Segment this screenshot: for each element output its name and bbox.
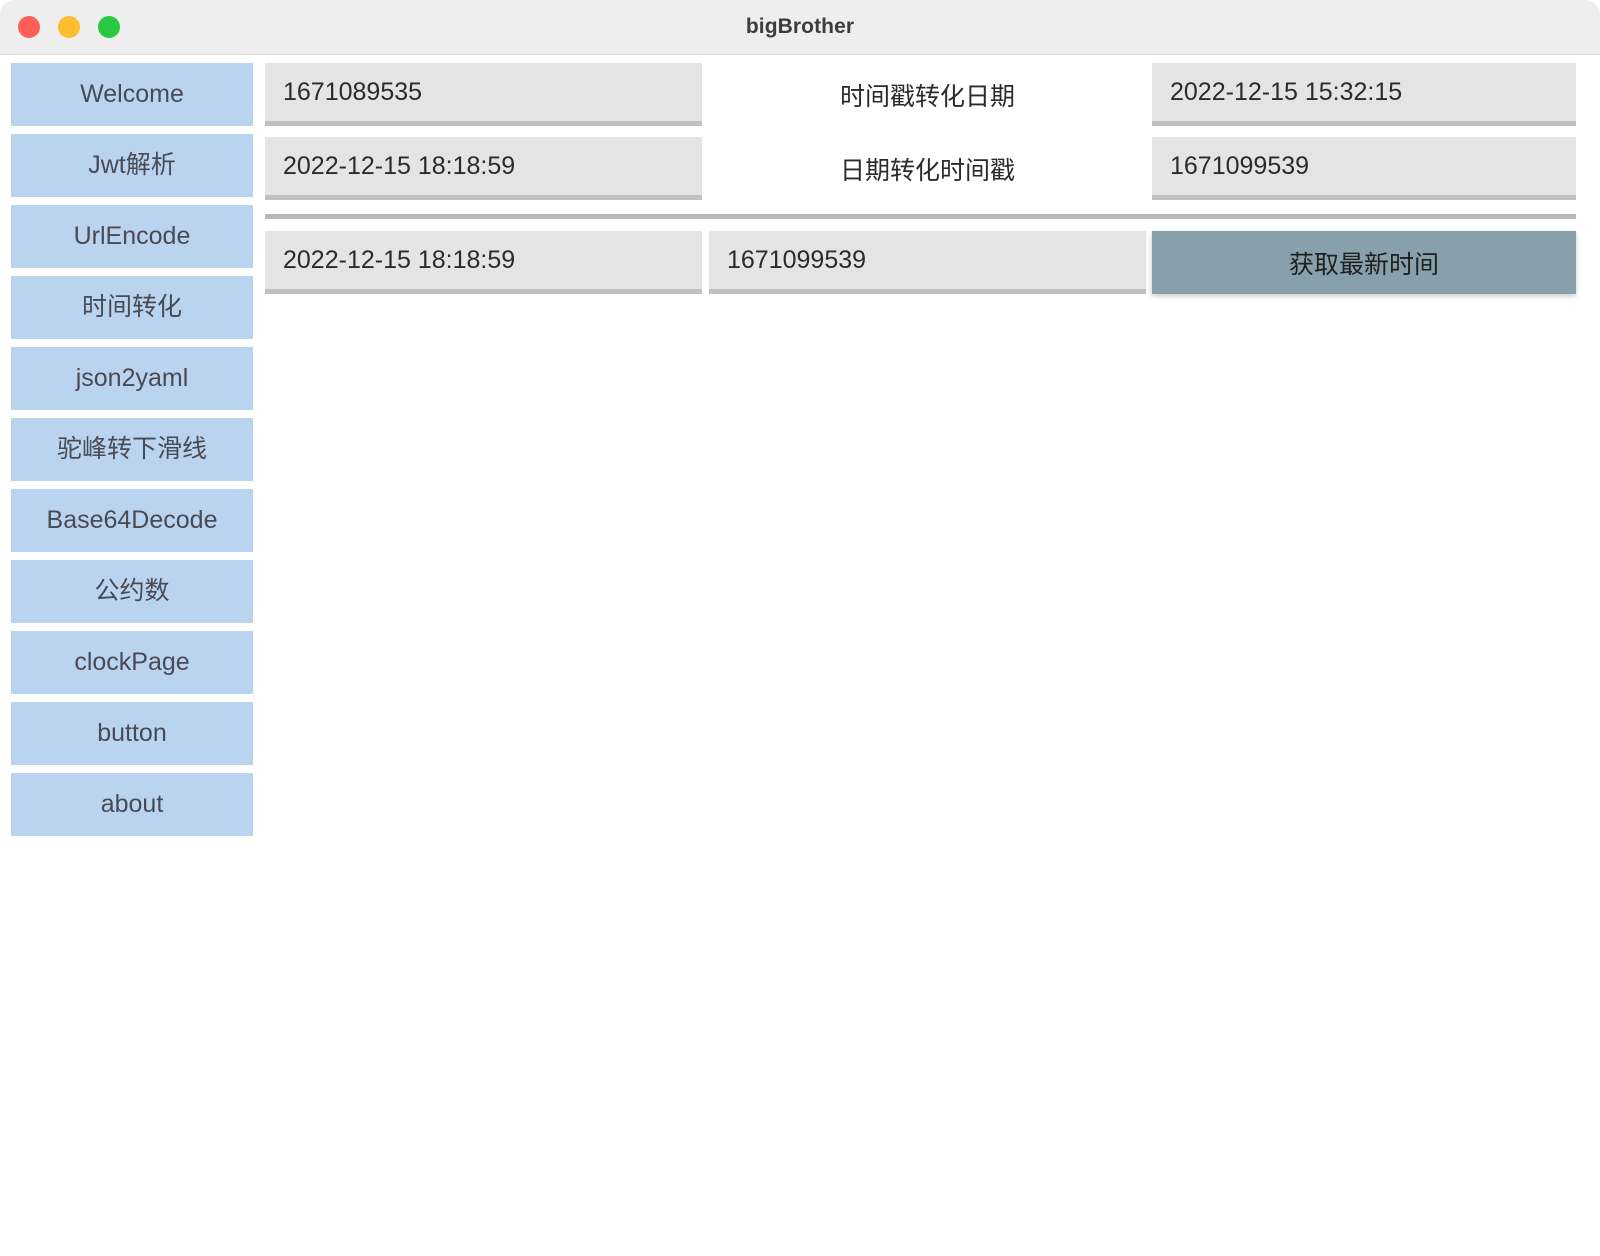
current-datetime-field[interactable]: 2022-12-15 18:18:59 bbox=[265, 231, 702, 294]
title-bar: bigBrother bbox=[0, 0, 1600, 55]
main-content: 1671089535 时间戳转化日期 2022-12-15 15:32:15 2… bbox=[265, 55, 1600, 1256]
current-time-row: 2022-12-15 18:18:59 1671099539 获取最新时间 bbox=[265, 231, 1576, 294]
timestamp-output-cell: 1671099539 bbox=[1152, 137, 1576, 200]
sidebar-item-camel-to-snake[interactable]: 驼峰转下滑线 bbox=[11, 418, 253, 481]
section-divider bbox=[265, 214, 1576, 219]
app-body: Welcome Jwt解析 UrlEncode 时间转化 json2yaml 驼… bbox=[0, 55, 1600, 1256]
date-input[interactable]: 2022-12-15 18:18:59 bbox=[265, 137, 702, 200]
date-input-cell: 2022-12-15 18:18:59 bbox=[265, 137, 702, 200]
timestamp-input-cell: 1671089535 bbox=[265, 63, 702, 126]
sidebar-item-clockpage[interactable]: clockPage bbox=[11, 631, 253, 694]
sidebar-item-gcd[interactable]: 公约数 bbox=[11, 560, 253, 623]
timestamp-input[interactable]: 1671089535 bbox=[265, 63, 702, 126]
sidebar-item-json2yaml[interactable]: json2yaml bbox=[11, 347, 253, 410]
timestamp-to-date-label: 时间戳转化日期 bbox=[839, 82, 1015, 111]
current-timestamp-cell: 1671099539 bbox=[709, 231, 1146, 294]
date-to-timestamp-label-cell: 日期转化时间戳 bbox=[709, 137, 1146, 200]
timestamp-output[interactable]: 1671099539 bbox=[1152, 137, 1576, 200]
refresh-time-cell: 获取最新时间 bbox=[1152, 231, 1576, 294]
timestamp-to-date-label-cell: 时间戳转化日期 bbox=[709, 63, 1146, 126]
date-output-cell: 2022-12-15 15:32:15 bbox=[1152, 63, 1576, 126]
sidebar-item-about[interactable]: about bbox=[11, 773, 253, 836]
minimize-window-icon[interactable] bbox=[58, 16, 80, 38]
close-window-icon[interactable] bbox=[18, 16, 40, 38]
window-controls bbox=[18, 16, 120, 38]
sidebar-item-base64decode[interactable]: Base64Decode bbox=[11, 489, 253, 552]
current-datetime-cell: 2022-12-15 18:18:59 bbox=[265, 231, 702, 294]
window-title: bigBrother bbox=[745, 15, 855, 38]
current-timestamp-field[interactable]: 1671099539 bbox=[709, 231, 1146, 294]
date-to-timestamp-label: 日期转化时间戳 bbox=[839, 156, 1015, 185]
sidebar-item-urlencode[interactable]: UrlEncode bbox=[11, 205, 253, 268]
sidebar-item-jwt-parse[interactable]: Jwt解析 bbox=[11, 134, 253, 197]
maximize-window-icon[interactable] bbox=[98, 16, 120, 38]
app-window: bigBrother Welcome Jwt解析 UrlEncode 时间转化 … bbox=[0, 0, 1600, 1256]
sidebar-nav: Welcome Jwt解析 UrlEncode 时间转化 json2yaml 驼… bbox=[0, 55, 265, 836]
sidebar-item-button[interactable]: button bbox=[11, 702, 253, 765]
timestamp-to-date-row: 1671089535 时间戳转化日期 2022-12-15 15:32:15 bbox=[265, 63, 1576, 126]
date-to-timestamp-row: 2022-12-15 18:18:59 日期转化时间戳 1671099539 bbox=[265, 137, 1576, 200]
get-latest-time-button[interactable]: 获取最新时间 bbox=[1152, 231, 1576, 294]
sidebar-item-time-convert[interactable]: 时间转化 bbox=[11, 276, 253, 339]
sidebar-item-welcome[interactable]: Welcome bbox=[11, 63, 253, 126]
date-output[interactable]: 2022-12-15 15:32:15 bbox=[1152, 63, 1576, 126]
